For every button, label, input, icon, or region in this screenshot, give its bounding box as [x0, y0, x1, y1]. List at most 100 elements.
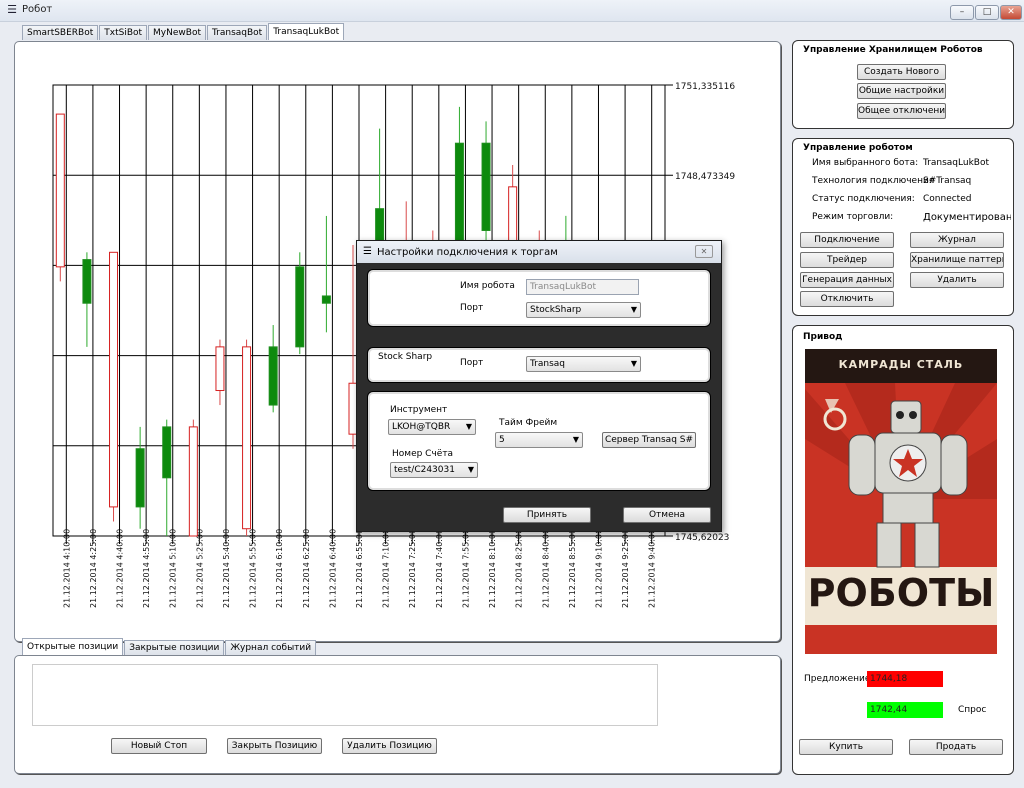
bot-name-value: TransaqLukBot: [923, 158, 989, 168]
data-generation-button[interactable]: Генерация данных: [800, 272, 894, 288]
account-select[interactable]: test/C243031 ▼: [390, 462, 478, 478]
x-tick-label: 21.12.2014 8:40:00: [541, 529, 550, 608]
stocksharp-label: Stock Sharp: [378, 352, 433, 362]
x-tick-label: 21.12.2014 6:40:00: [328, 529, 337, 608]
chevron-down-icon: ▼: [465, 422, 472, 431]
trader-button[interactable]: Трейдер: [800, 252, 894, 268]
x-tick-label: 21.12.2014 5:55:00: [249, 529, 258, 608]
pattern-storage-button[interactable]: Хранилище паттернов: [910, 252, 1004, 268]
port2-select-value: Transaq: [530, 359, 566, 369]
drive-panel-title: Привод: [803, 332, 843, 342]
instrument-select-value: LKOH@TQBR: [392, 422, 451, 432]
x-tick-label: 21.12.2014 7:40:00: [435, 529, 444, 608]
candle-body: [109, 251, 119, 508]
transaq-server-button[interactable]: Сервер Transaq S#: [602, 432, 696, 448]
sell-button[interactable]: Продать: [909, 739, 1003, 755]
tab-mynewbot[interactable]: MyNewBot: [148, 25, 206, 40]
offer-value: 1744,18: [867, 671, 943, 687]
delete-position-button[interactable]: Удалить Позицию: [342, 738, 437, 754]
timeframe-select[interactable]: 5 ▼: [495, 432, 583, 448]
journal-button[interactable]: Журнал: [910, 232, 1004, 248]
candle-body: [215, 346, 225, 392]
stocksharp-section: Stock Sharp Порт Transaq ▼: [367, 347, 711, 383]
timeframe-label: Тайм Фрейм: [499, 418, 558, 428]
tab-txtsibot[interactable]: TxtSiBot: [99, 25, 148, 40]
bid-value: 1742,44: [867, 702, 943, 718]
robot-storage-panel: Управление Хранилищем Роботов Создать Но…: [792, 40, 1014, 129]
robot-poster-image: КАМРАДЫ СТАЛЬ РОБОТЫ: [805, 349, 997, 654]
transaq-section: Инструмент LKOH@TQBR ▼ Тайм Фрейм 5 ▼ Серв…: [367, 391, 711, 491]
accept-button[interactable]: Принять: [503, 507, 591, 523]
candle-body: [508, 186, 518, 246]
x-tick-label: 21.12.2014 9:40:00: [648, 529, 657, 608]
close-position-button[interactable]: Закрыть Позицию: [227, 738, 322, 754]
minimize-button[interactable]: –: [950, 5, 974, 20]
x-tick-label: 21.12.2014 5:10:00: [169, 529, 178, 608]
positions-grid[interactable]: [32, 664, 658, 726]
y-tick-label: 1751,335116: [675, 82, 735, 92]
port-select[interactable]: StockSharp ▼: [526, 302, 641, 318]
general-disconnect-button[interactable]: Общее отключение: [857, 103, 946, 119]
maximize-button[interactable]: □: [975, 5, 999, 20]
candle-body: [188, 426, 198, 537]
candle-body: [135, 448, 145, 508]
new-stop-button[interactable]: Новый Стоп: [111, 738, 207, 754]
robot-tabs: SmartSBERBot TxtSiBot MyNewBot TransaqBo…: [22, 23, 345, 41]
poster-top-text: КАМРАДЫ СТАЛЬ: [838, 358, 964, 371]
connect-button[interactable]: Подключение: [800, 232, 894, 248]
app-icon: ☰: [7, 3, 17, 16]
robot-panel-title: Управление роботом: [803, 143, 913, 153]
candle-body: [242, 346, 252, 530]
x-tick-label: 21.12.2014 9:25:00: [621, 529, 630, 608]
robot-name-field[interactable]: TransaqLukBot: [526, 279, 639, 295]
x-tick-label: 21.12.2014 5:25:00: [195, 529, 204, 608]
bot-name-label: Имя выбранного бота:: [812, 158, 919, 168]
y-tick-label: 1745,62023: [675, 533, 729, 543]
general-settings-button[interactable]: Общие настройки: [857, 83, 946, 99]
port2-select[interactable]: Transaq ▼: [526, 356, 641, 372]
dialog-icon: ☰: [363, 246, 372, 257]
dialog-close-button[interactable]: ✕: [695, 245, 713, 258]
candle-body: [295, 266, 305, 348]
tab-transaqbot[interactable]: TransaqBot: [206, 25, 268, 40]
x-tick-label: 21.12.2014 7:25:00: [408, 529, 417, 608]
instrument-select[interactable]: LKOH@TQBR ▼: [388, 419, 476, 435]
poster-main-text: РОБОТЫ: [807, 571, 995, 615]
chevron-down-icon: ▼: [572, 435, 579, 444]
x-tick-label: 21.12.2014 4:40:00: [116, 529, 125, 608]
trade-mode-value: Документировани: [923, 212, 1011, 223]
port-label: Порт: [460, 303, 484, 313]
cancel-button[interactable]: Отмена: [623, 507, 711, 523]
x-tick-label: 21.12.2014 8:55:00: [568, 529, 577, 608]
buy-button[interactable]: Купить: [799, 739, 893, 755]
delete-robot-button[interactable]: Удалить: [910, 272, 1004, 288]
tab-transaqlukbot[interactable]: TransaqLukBot: [268, 23, 345, 40]
connection-status-label: Статус подключения:: [812, 194, 915, 204]
timeframe-select-value: 5: [499, 435, 505, 445]
tab-events-journal[interactable]: Журнал событий: [225, 640, 317, 655]
positions-tabs: Открытые позиции Закрытые позиции Журнал…: [22, 638, 317, 655]
candle-body: [321, 295, 331, 304]
bid-label: Спрос: [958, 705, 987, 715]
y-tick-label: 1748,473349: [675, 172, 735, 182]
window-titlebar: ☰ Робот – □ ✕: [0, 0, 1024, 22]
candle-body: [481, 142, 491, 231]
create-new-button[interactable]: Создать Нового: [857, 64, 946, 80]
x-tick-label: 21.12.2014 7:10:00: [382, 529, 391, 608]
x-tick-label: 21.12.2014 6:25:00: [302, 529, 311, 608]
tab-smartsberbot[interactable]: SmartSBERBot: [22, 25, 99, 40]
candle-body: [82, 259, 92, 304]
x-tick-label: 21.12.2014 6:55:00: [355, 529, 364, 608]
close-button[interactable]: ✕: [1000, 5, 1022, 20]
x-tick-label: 21.12.2014 6:10:00: [275, 529, 284, 608]
candle-body: [268, 346, 278, 406]
candle-body: [162, 426, 172, 479]
tab-closed-positions[interactable]: Закрытые позиции: [124, 640, 225, 655]
disconnect-button[interactable]: Отключить: [800, 291, 894, 307]
candle-body: [55, 113, 65, 268]
tab-open-positions[interactable]: Открытые позиции: [22, 638, 124, 655]
x-tick-label: 21.12.2014 8:10:00: [488, 529, 497, 608]
storage-panel-title: Управление Хранилищем Роботов: [803, 45, 983, 55]
chevron-down-icon: ▼: [630, 305, 637, 314]
robot-name-label: Имя робота: [460, 281, 515, 291]
